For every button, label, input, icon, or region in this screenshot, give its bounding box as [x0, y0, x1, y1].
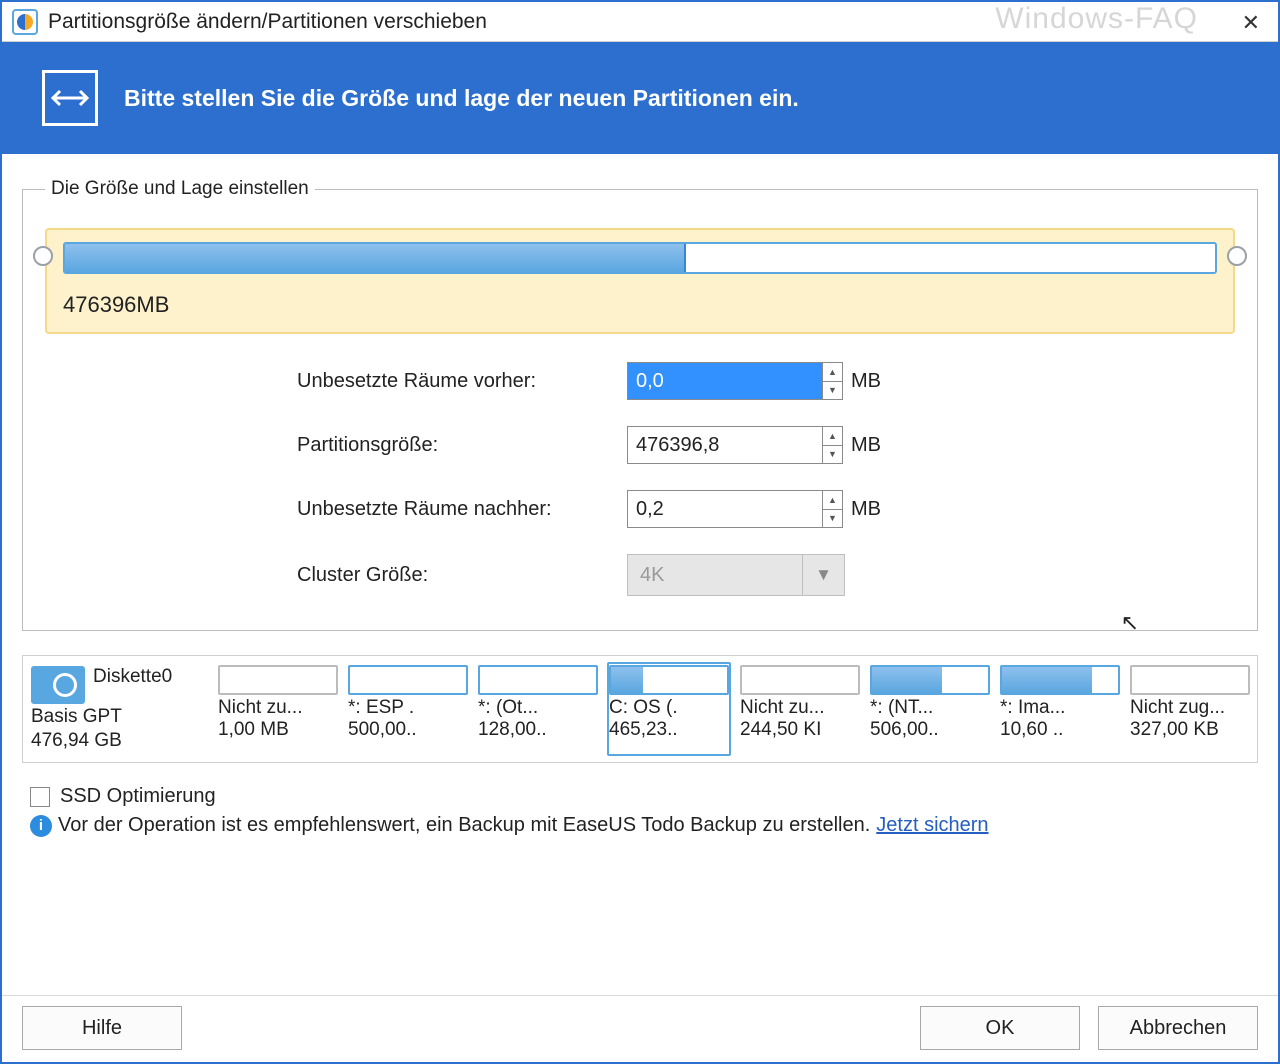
partition-item[interactable]: *: (Ot...128,00..: [477, 662, 599, 756]
app-icon: [12, 9, 38, 35]
window-title: Partitionsgröße ändern/Partitionen versc…: [48, 10, 487, 34]
partition-item[interactable]: *: Ima...10,60 ..: [999, 662, 1121, 756]
dialog-footer: Hilfe OK Abbrechen: [2, 995, 1278, 1050]
help-button[interactable]: Hilfe: [22, 1006, 182, 1050]
space-after-unit: MB: [851, 498, 881, 521]
partition-label: *: (NT...: [870, 697, 990, 719]
slider-box: 476396MB: [45, 228, 1235, 334]
partition-item[interactable]: *: (NT...506,00..: [869, 662, 991, 756]
partition-item[interactable]: Nicht zu...244,50 KI: [739, 662, 861, 756]
partition-size-spinner[interactable]: ▲▼: [822, 427, 842, 463]
partition-label: *: ESP .: [348, 697, 468, 719]
ssd-optimization-label: SSD Optimierung: [60, 785, 216, 808]
slider-handle-right[interactable]: [1227, 246, 1247, 266]
info-icon: i: [30, 815, 52, 837]
partition-size-label: Partitionsgröße:: [297, 434, 627, 457]
slider-fill: [65, 244, 686, 272]
space-after-spinner[interactable]: ▲▼: [822, 491, 842, 527]
partition-bar: [478, 665, 598, 695]
cluster-size-combo: 4K ▼: [627, 554, 845, 596]
slider-track[interactable]: [63, 242, 1217, 274]
dialog-window: Partitionsgröße ändern/Partitionen versc…: [0, 0, 1280, 1064]
chevron-down-icon: ▼: [802, 555, 844, 595]
watermark: Windows-FAQ: [995, 2, 1198, 36]
backup-info-text: Vor der Operation ist es empfehlenswert,…: [58, 814, 870, 837]
partition-bar: [348, 665, 468, 695]
space-before-spinner[interactable]: ▲▼: [822, 363, 842, 399]
dialog-body: Die Größe und Lage einstellen 476396MB U…: [2, 154, 1278, 837]
partition-label: Nicht zu...: [218, 697, 338, 719]
resize-icon: [42, 70, 98, 126]
partition-size: 244,50 KI: [740, 719, 860, 741]
cursor-icon: ↖: [1121, 610, 1139, 636]
partition-size: 465,23..: [609, 719, 729, 741]
disk-name: Diskette0: [93, 666, 172, 688]
partition-item[interactable]: Nicht zu...1,00 MB: [217, 662, 339, 756]
partition-bar: [1000, 665, 1120, 695]
instruction-text: Bitte stellen Sie die Größe und lage der…: [124, 85, 799, 112]
instruction-banner: Bitte stellen Sie die Größe und lage der…: [2, 42, 1278, 154]
partition-size: 1,00 MB: [218, 719, 338, 741]
partition-size: 500,00..: [348, 719, 468, 741]
space-after-value[interactable]: 0,2: [628, 491, 822, 527]
fieldset-legend: Die Größe und Lage einstellen: [45, 178, 315, 200]
cluster-size-value: 4K: [628, 564, 802, 587]
partition-label: *: Ima...: [1000, 697, 1120, 719]
disk-map: Diskette0 Basis GPT 476,94 GB Nicht zu..…: [22, 655, 1258, 763]
cancel-button[interactable]: Abbrechen: [1098, 1006, 1258, 1050]
partition-size-value[interactable]: 476396,8: [628, 427, 822, 463]
space-before-unit: MB: [851, 370, 881, 393]
partition-bar: [740, 665, 860, 695]
space-before-value[interactable]: 0,0: [628, 363, 822, 399]
partition-slider[interactable]: 476396MB: [45, 228, 1235, 334]
cluster-size-label: Cluster Größe:: [297, 564, 627, 587]
partition-size: 128,00..: [478, 719, 598, 741]
space-before-label: Unbesetzte Räume vorher:: [297, 370, 627, 393]
ssd-optimization-checkbox[interactable]: SSD Optimierung: [30, 785, 1258, 808]
ok-button[interactable]: OK: [920, 1006, 1080, 1050]
size-form: Unbesetzte Räume vorher: 0,0 ▲▼ MB Parti…: [297, 362, 1235, 596]
disk-info: Diskette0 Basis GPT 476,94 GB: [29, 662, 209, 756]
partition-item[interactable]: C: OS (.465,23..: [607, 662, 731, 756]
close-icon[interactable]: ✕: [1242, 10, 1260, 36]
partition-label: *: (Ot...: [478, 697, 598, 719]
partition-size-input[interactable]: 476396,8 ▲▼: [627, 426, 843, 464]
options-area: SSD Optimierung i Vor der Operation ist …: [30, 785, 1258, 837]
space-after-input[interactable]: 0,2 ▲▼: [627, 490, 843, 528]
backup-info-row: i Vor der Operation ist es empfehlenswer…: [30, 814, 1258, 837]
space-after-label: Unbesetzte Räume nachher:: [297, 498, 627, 521]
partition-size-unit: MB: [851, 434, 881, 457]
partition-list: Nicht zu...1,00 MB*: ESP .500,00..*: (Ot…: [217, 662, 1251, 756]
slider-size-label: 476396MB: [63, 292, 1217, 318]
disk-capacity: 476,94 GB: [31, 730, 205, 752]
partition-bar: [609, 665, 729, 695]
partition-bar: [870, 665, 990, 695]
partition-size: 506,00..: [870, 719, 990, 741]
backup-now-link[interactable]: Jetzt sichern: [876, 814, 988, 837]
disk-icon: [31, 666, 85, 704]
size-location-fieldset: Die Größe und Lage einstellen 476396MB U…: [22, 178, 1258, 631]
partition-bar: [1130, 665, 1250, 695]
titlebar: Partitionsgröße ändern/Partitionen versc…: [2, 2, 1278, 42]
slider-handle-left[interactable]: [33, 246, 53, 266]
partition-label: Nicht zu...: [740, 697, 860, 719]
partition-size: 10,60 ..: [1000, 719, 1120, 741]
partition-label: Nicht zug...: [1130, 697, 1250, 719]
partition-item[interactable]: Nicht zug...327,00 KB: [1129, 662, 1251, 756]
partition-bar: [218, 665, 338, 695]
partition-label: C: OS (.: [609, 697, 729, 719]
partition-item[interactable]: *: ESP .500,00..: [347, 662, 469, 756]
partition-size: 327,00 KB: [1130, 719, 1250, 741]
disk-type: Basis GPT: [31, 706, 205, 728]
checkbox-box[interactable]: [30, 787, 50, 807]
space-before-input[interactable]: 0,0 ▲▼: [627, 362, 843, 400]
